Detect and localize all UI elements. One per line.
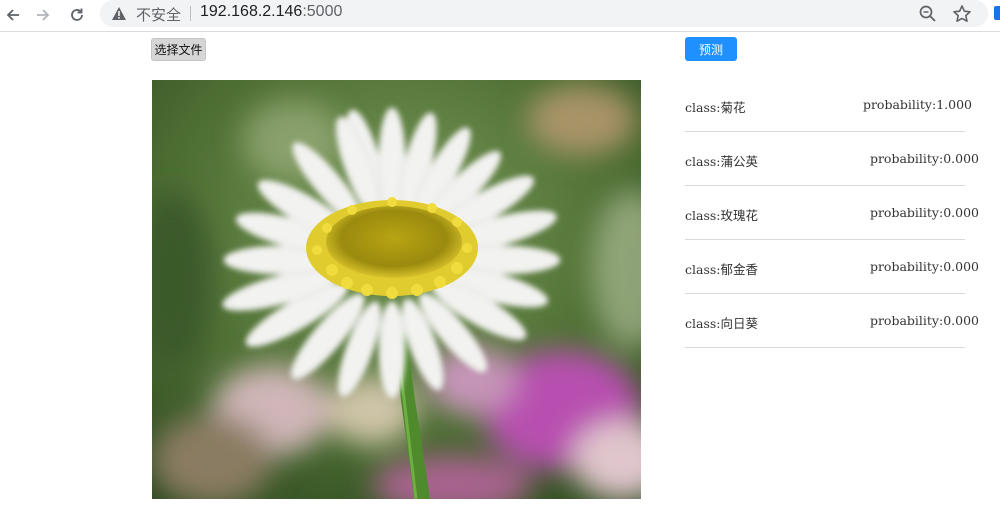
result-probability: probability:0.000 xyxy=(869,205,979,220)
address-bar[interactable]: 不安全 192.168.2.146:5000 xyxy=(100,0,988,27)
uploaded-flower-image xyxy=(152,80,641,499)
zoom-icon[interactable] xyxy=(918,4,938,24)
reload-button[interactable] xyxy=(64,2,90,28)
result-class: class:菊花 xyxy=(685,100,746,115)
choose-file-button[interactable]: 选择文件 xyxy=(151,38,206,61)
profile-icon[interactable] xyxy=(994,6,1000,20)
result-class: class:玫瑰花 xyxy=(685,208,758,223)
address-divider xyxy=(190,6,191,21)
result-row: class:玫瑰花 probability:0.000 xyxy=(685,187,979,240)
result-probability: probability:0.000 xyxy=(869,313,979,328)
prediction-results-list: class:菊花 probability:1.000 class:蒲公英 pro… xyxy=(685,79,980,349)
bookmark-star-icon[interactable] xyxy=(951,3,973,25)
back-arrow-icon xyxy=(6,9,19,21)
url-port: :5000 xyxy=(302,3,343,20)
result-probability: probability:0.000 xyxy=(869,151,979,166)
result-probability: probability:1.000 xyxy=(862,97,972,112)
result-row: class:郁金香 probability:0.000 xyxy=(685,241,979,294)
result-probability: probability:0.000 xyxy=(869,259,979,274)
result-class: class:向日葵 xyxy=(685,316,758,331)
warning-triangle-icon[interactable] xyxy=(110,4,128,22)
browser-toolbar: 不安全 192.168.2.146:5000 xyxy=(0,0,1000,32)
forward-button[interactable] xyxy=(30,2,56,28)
predict-button[interactable]: 预测 xyxy=(685,37,737,61)
reload-icon xyxy=(71,8,83,21)
result-class: class:蒲公英 xyxy=(685,154,758,169)
result-row: class:菊花 probability:1.000 xyxy=(685,79,972,132)
forward-arrow-icon xyxy=(37,9,50,21)
url-host: 192.168.2.146 xyxy=(200,3,303,20)
security-status-label[interactable]: 不安全 xyxy=(136,4,181,25)
url-text[interactable]: 192.168.2.146:5000 xyxy=(200,3,342,21)
result-row: class:向日葵 probability:0.000 xyxy=(685,295,979,348)
result-row: class:蒲公英 probability:0.000 xyxy=(685,133,979,186)
back-button[interactable] xyxy=(0,2,26,28)
result-class: class:郁金香 xyxy=(685,262,758,277)
